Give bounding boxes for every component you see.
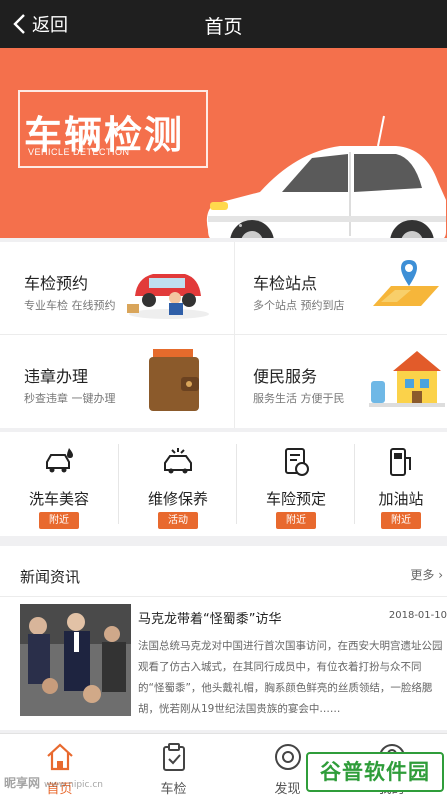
home-icon (46, 743, 73, 771)
promotion-badge[interactable]: 活动 (158, 512, 198, 529)
news-title: 马克龙带着“怪蜀黍”访华 (138, 612, 282, 627)
service-title: 便民服务 (253, 367, 318, 386)
top-bar: 返回 首页 (0, 0, 447, 48)
service-violation-handling[interactable]: 违章办理 秒查违章 一键办理 (0, 335, 223, 427)
service-subtitle: 多个站点 预约到店 (253, 299, 345, 312)
map-pin-icon (373, 260, 439, 306)
news-more-link[interactable]: 更多 › (410, 566, 443, 583)
clipboard-check-icon (162, 743, 185, 771)
service-title: 车检站点 (253, 274, 318, 293)
car-repair-icon (164, 448, 192, 474)
news-heading: 新闻资讯 (20, 568, 81, 586)
mechanic-car-icon (127, 274, 209, 319)
watermark-left: 昵享网 www.nipic.cn (4, 776, 104, 790)
tab-label: 车检 (160, 782, 187, 797)
promo-banner[interactable]: 车辆检测 VEHICLE DETECTION (0, 48, 447, 238)
quick-label: 车险预定 (265, 490, 326, 508)
news-date: 2018-01-10 (388, 610, 447, 621)
house-icon (369, 351, 445, 407)
nearby-badge[interactable]: 附近 (39, 512, 79, 529)
service-check-stations[interactable]: 车检站点 多个站点 预约到店 (235, 242, 447, 334)
banner-subtitle: VEHICLE DETECTION (28, 147, 130, 157)
watermark-right: 谷普软件园 (306, 752, 444, 792)
service-subtitle: 专业车检 在线预约 (24, 299, 116, 312)
service-title: 违章办理 (24, 367, 89, 386)
quick-services: 洗车美容 附近 维修保养 活动 车险预定 附近 加油站 附近 (0, 432, 447, 536)
quick-repair[interactable]: 维修保养 活动 (119, 432, 237, 536)
service-vehicle-check-booking[interactable]: 车检预约 专业车检 在线预约 (0, 242, 223, 334)
compass-icon (274, 744, 301, 770)
service-convenience[interactable]: 便民服务 服务生活 方便于民 (235, 335, 447, 427)
car-illustration (206, 115, 446, 238)
carousel-dots[interactable] (215, 224, 242, 227)
quick-label: 洗车美容 (28, 490, 89, 508)
fuel-pump-icon (390, 448, 411, 476)
nearby-badge[interactable]: 附近 (276, 512, 316, 529)
service-subtitle: 服务生活 方便于民 (253, 392, 345, 405)
quick-insurance[interactable]: 车险预定 附近 (237, 432, 355, 536)
tab-vehicle-check[interactable]: 车检 (118, 734, 229, 800)
quick-gas-station[interactable]: 加油站 附近 (355, 432, 447, 536)
quick-car-wash[interactable]: 洗车美容 附近 (0, 432, 118, 536)
news-summary: 法国总统马克龙对中国进行首次国事访问，在西安大明宫遗址公园观看了仿古入城式，在其… (138, 640, 443, 715)
quick-label: 维修保养 (147, 490, 208, 508)
nearby-badge[interactable]: 附近 (381, 512, 421, 529)
service-title: 车检预约 (24, 274, 89, 293)
news-divider (0, 596, 447, 597)
wallet-icon (149, 349, 199, 411)
news-thumbnail (20, 604, 131, 716)
quick-label: 加油站 (378, 490, 424, 508)
insurance-doc-icon (285, 448, 309, 476)
news-section: 新闻资讯 更多 › 马克龙带着“怪蜀黍”访华 2018-01-10 法国总统马克… (0, 546, 447, 730)
car-wash-icon (46, 448, 73, 473)
services-grid: 车检预约 专业车检 在线预约 车检站点 多个站点 预约到店 违章办理 秒查违章 … (0, 242, 447, 428)
service-subtitle: 秒查违章 一键办理 (24, 392, 116, 405)
page-title: 首页 (204, 16, 243, 38)
